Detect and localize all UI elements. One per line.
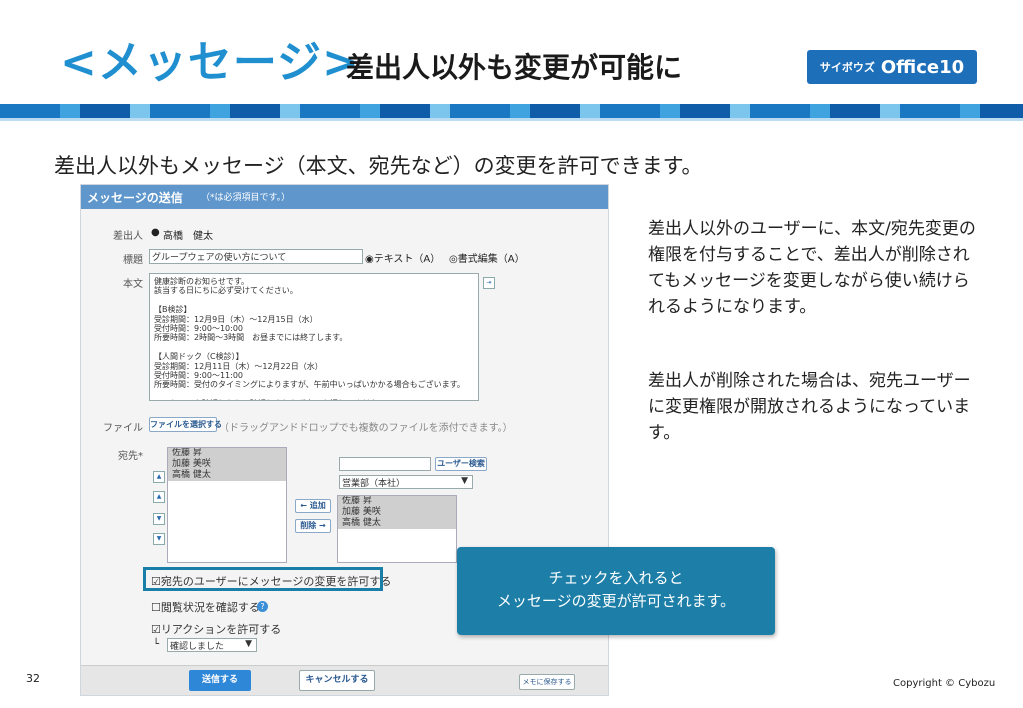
product-logo: サイボウズ Office10: [807, 50, 977, 84]
file-select-button[interactable]: ファイルを選択する: [149, 417, 222, 432]
callout-box: チェックを入れると メッセージの変更が許可されます。: [457, 547, 775, 635]
expand-icon[interactable]: ⇥: [483, 277, 495, 289]
page-number: 32: [26, 672, 40, 685]
group-select-value: 営業部（本社）: [342, 479, 406, 489]
reaction-checkbox[interactable]: ☑リアクションを許可する: [151, 621, 281, 637]
callout-line1: チェックを入れると: [548, 569, 684, 587]
sender-label: 差出人: [113, 231, 143, 242]
chevron-down-icon: ▼: [245, 639, 252, 649]
destination-label: 宛先*: [118, 451, 143, 462]
list-item[interactable]: 佐藤 昇: [168, 448, 286, 459]
file-label: ファイル: [103, 423, 143, 434]
description-paragraph-1: 差出人以外のユーザーに、本文/宛先変更の権限を付与することで、差出人が削除されて…: [648, 219, 976, 317]
list-item[interactable]: 加藤 美咲: [338, 507, 456, 518]
file-hint: （ドラッグアンドドロップでも複数のファイルを添付できます。）: [219, 423, 513, 434]
body-label: 本文: [123, 279, 143, 290]
sender-value: 高橋 健太: [163, 231, 213, 242]
add-button[interactable]: ← 追加: [295, 499, 331, 513]
header-stripe: [0, 104, 1023, 118]
help-icon[interactable]: ?: [257, 601, 268, 612]
destination-list[interactable]: 佐藤 昇加藤 美咲 高橋 健太: [167, 447, 287, 563]
checkbox-highlight-frame: [143, 567, 383, 591]
callout-line2: メッセージの変更が許可されます。: [496, 592, 736, 610]
action-bar: 送信する キャンセルする メモに保存する: [81, 665, 608, 695]
move-bottom-icon[interactable]: ▼: [153, 533, 165, 545]
move-top-icon[interactable]: ▲: [153, 471, 165, 483]
chevron-down-icon: ▼: [461, 476, 468, 486]
format-text-radio[interactable]: ◉テキスト（A）: [365, 250, 440, 265]
subject-input[interactable]: グループウェアの使い方について: [149, 249, 363, 264]
slide-subtitle: 差出人以外も変更が可能に: [346, 51, 683, 84]
logo-name: Office10: [880, 56, 965, 78]
description-paragraph-2: 差出人が削除された場合は、宛先ユーザーに変更権限が開放されるようになっています。: [648, 371, 971, 443]
candidate-list[interactable]: 佐藤 昇加藤 美咲 高橋 健太: [337, 495, 457, 563]
panel-header: メッセージの送信 （*は必須項目です。）: [81, 185, 608, 209]
reaction-select[interactable]: 確認しました ▼: [167, 638, 257, 652]
panel-title: メッセージの送信: [87, 191, 183, 205]
remove-button[interactable]: 削除 →: [295, 519, 331, 533]
cancel-button[interactable]: キャンセルする: [299, 670, 375, 691]
save-memo-button[interactable]: メモに保存する: [519, 674, 575, 690]
copyright: Copyright © Cybozu: [893, 678, 996, 689]
list-item[interactable]: 高橋 健太: [338, 518, 456, 529]
lead-text: 差出人以外もメッセージ（本文、宛先など）の変更を許可できます。: [54, 154, 703, 178]
user-search-button[interactable]: ユーザー検索: [435, 457, 487, 471]
body-textarea[interactable]: 健康診断のお知らせです。 該当する日にちに必ず受けてください。 【B検診】 受診…: [149, 273, 479, 401]
read-status-checkbox[interactable]: ☐閲覧状況を確認する: [151, 599, 260, 615]
sender-icon: ●: [151, 227, 160, 238]
indent-corner-icon: └: [153, 639, 160, 650]
subject-label: 標題: [123, 255, 143, 266]
header-stripe-shadow: [0, 118, 1023, 121]
list-item[interactable]: 佐藤 昇: [338, 496, 456, 507]
required-note: （*は必須項目です。）: [201, 193, 291, 203]
logo-kana: サイボウズ: [819, 61, 875, 74]
send-button[interactable]: 送信する: [189, 670, 251, 691]
format-rich-radio[interactable]: ◎書式編集（A）: [449, 250, 525, 265]
list-item[interactable]: 高橋 健太: [168, 470, 286, 481]
user-search-input[interactable]: [339, 457, 431, 471]
reaction-select-value: 確認しました: [170, 642, 225, 652]
list-item[interactable]: 加藤 美咲: [168, 459, 286, 470]
move-down-icon[interactable]: ▼: [153, 513, 165, 525]
move-up-icon[interactable]: ▲: [153, 491, 165, 503]
group-select[interactable]: 営業部（本社） ▼: [339, 475, 473, 489]
slide-title: <メッセージ>: [60, 37, 360, 88]
